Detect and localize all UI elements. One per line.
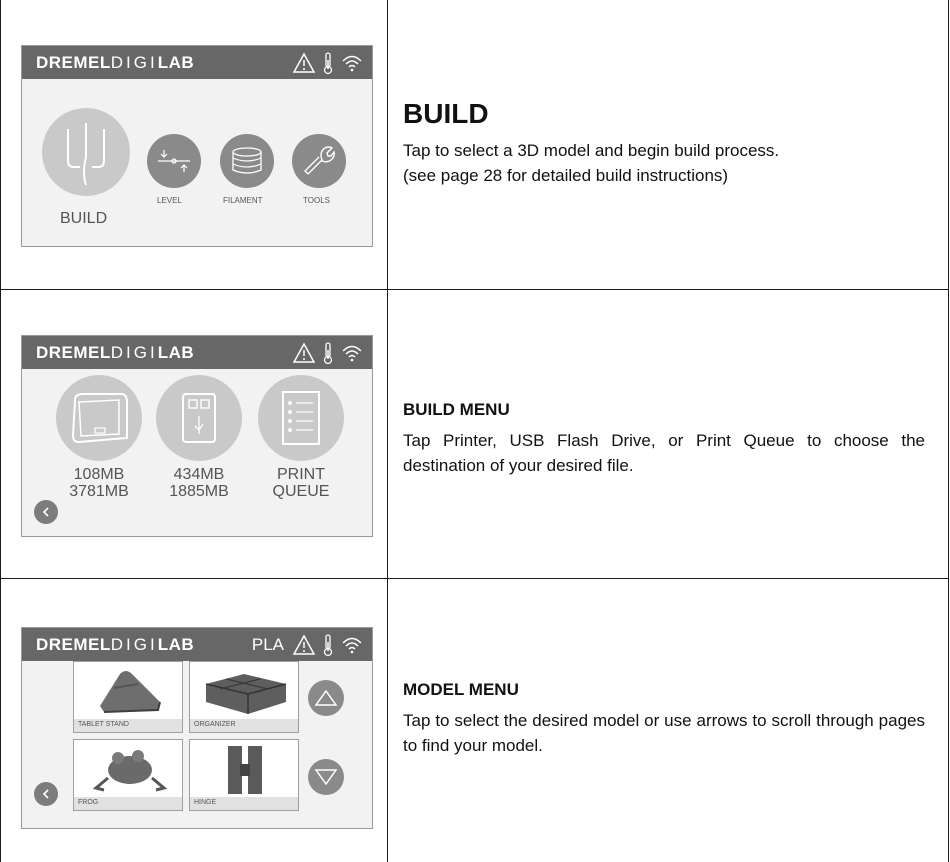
usb-storage: 434MB 1885MB: [156, 466, 242, 500]
title-bar: DREMELDIGILAB PLA: [22, 628, 372, 661]
build-description-line: (see page 28 for detailed build instruct…: [403, 166, 729, 185]
build-menu-description: Tap Printer, USB Flash Drive, or Print Q…: [403, 431, 925, 475]
back-icon: [42, 507, 49, 517]
model-card-frog[interactable]: FROG: [73, 739, 183, 811]
brand-logo: DREMELDIGILAB: [36, 635, 195, 654]
build-description: Tap to select a 3D model and begin build…: [403, 138, 925, 188]
usb-used: 434MB: [173, 466, 225, 483]
status-icons: [292, 340, 364, 366]
model-name: HINGE: [190, 797, 298, 810]
scroll-up-button[interactable]: [308, 680, 344, 716]
usb-icon: [182, 393, 216, 443]
build-menu-heading: BUILD MENU: [403, 400, 510, 419]
frog-image: [92, 750, 168, 792]
title-bar: DREMELDIGILAB: [22, 336, 372, 369]
brand-logo: DREMELDIGILAB: [36, 53, 195, 72]
model-name: ORGANIZER: [190, 719, 298, 732]
model-menu-description: Tap to select the desired model or use a…: [403, 711, 925, 755]
status-icons: [292, 50, 364, 76]
model-card-hinge[interactable]: HINGE: [189, 739, 299, 811]
thermometer-icon[interactable]: [322, 51, 334, 75]
build-button[interactable]: [42, 108, 130, 196]
level-icon: [158, 150, 190, 172]
wrench-icon: [304, 146, 335, 175]
model-menu-heading: MODEL MENU: [403, 680, 519, 699]
scroll-down-button[interactable]: [308, 759, 344, 795]
filament-icon: [232, 147, 262, 174]
print-queue-label: PRINT QUEUE: [258, 466, 344, 500]
model-name: FROG: [74, 797, 182, 810]
title-bar: DREMELDIGILAB: [22, 46, 372, 79]
printer-button[interactable]: [56, 375, 142, 461]
back-button[interactable]: [34, 500, 58, 524]
level-label: LEVEL: [157, 196, 182, 205]
tools-label: TOOLS: [303, 196, 330, 205]
wifi-icon[interactable]: [340, 52, 364, 74]
print-queue-button[interactable]: [258, 375, 344, 461]
material-label: PLA: [251, 635, 284, 654]
down-arrow-icon: [314, 769, 338, 786]
printer-used: 108MB: [73, 466, 125, 483]
wifi-icon[interactable]: [340, 634, 364, 656]
build-section: BUILD Tap to select a 3D model and begin…: [403, 98, 925, 188]
printer-total: 3781MB: [69, 483, 129, 500]
model-menu-screen: DREMELDIGILAB PLA TABLET STAND ORGANIZER…: [21, 627, 373, 829]
tablet-stand-image: [100, 671, 161, 713]
printer-storage: 108MB 3781MB: [56, 466, 142, 500]
back-button[interactable]: [34, 782, 58, 806]
usb-total: 1885MB: [169, 483, 229, 500]
level-button[interactable]: [147, 134, 201, 188]
warning-icon[interactable]: [292, 634, 316, 656]
wifi-icon[interactable]: [340, 342, 364, 364]
model-card-organizer[interactable]: ORGANIZER: [189, 661, 299, 733]
queue-icon: [282, 391, 320, 445]
organizer-image: [205, 674, 287, 714]
back-icon: [42, 789, 49, 799]
model-name: TABLET STAND: [74, 719, 182, 732]
tools-button[interactable]: [292, 134, 346, 188]
printer-icon: [71, 393, 128, 444]
build-icon: [67, 123, 105, 186]
up-arrow-icon: [314, 689, 338, 706]
build-menu-section: BUILD MENU Tap Printer, USB Flash Drive,…: [403, 400, 925, 478]
thermometer-icon[interactable]: [322, 633, 334, 657]
build-heading: BUILD: [403, 98, 489, 129]
hinge-image: [228, 746, 262, 794]
build-description-line: Tap to select a 3D model and begin build…: [403, 141, 780, 160]
build-label: BUILD: [60, 210, 108, 227]
status-icons: PLA: [252, 632, 364, 658]
filament-button[interactable]: [220, 134, 274, 188]
print-queue-label-line: PRINT: [277, 466, 325, 483]
warning-icon[interactable]: [292, 52, 316, 74]
print-queue-label-line: QUEUE: [272, 483, 330, 500]
model-card-tablet-stand[interactable]: TABLET STAND: [73, 661, 183, 733]
build-screen: DREMELDIGILAB BUILD LEVEL FILAMENT TOOLS: [21, 45, 373, 247]
thermometer-icon[interactable]: [322, 341, 334, 365]
filament-label: FILAMENT: [223, 196, 263, 205]
usb-button[interactable]: [156, 375, 242, 461]
model-menu-section: MODEL MENU Tap to select the desired mod…: [403, 680, 925, 758]
build-menu-screen: DREMELDIGILAB 108MB 3781MB 434MB 1885MB …: [21, 335, 373, 537]
warning-icon[interactable]: [292, 342, 316, 364]
brand-logo: DREMELDIGILAB: [36, 343, 195, 362]
